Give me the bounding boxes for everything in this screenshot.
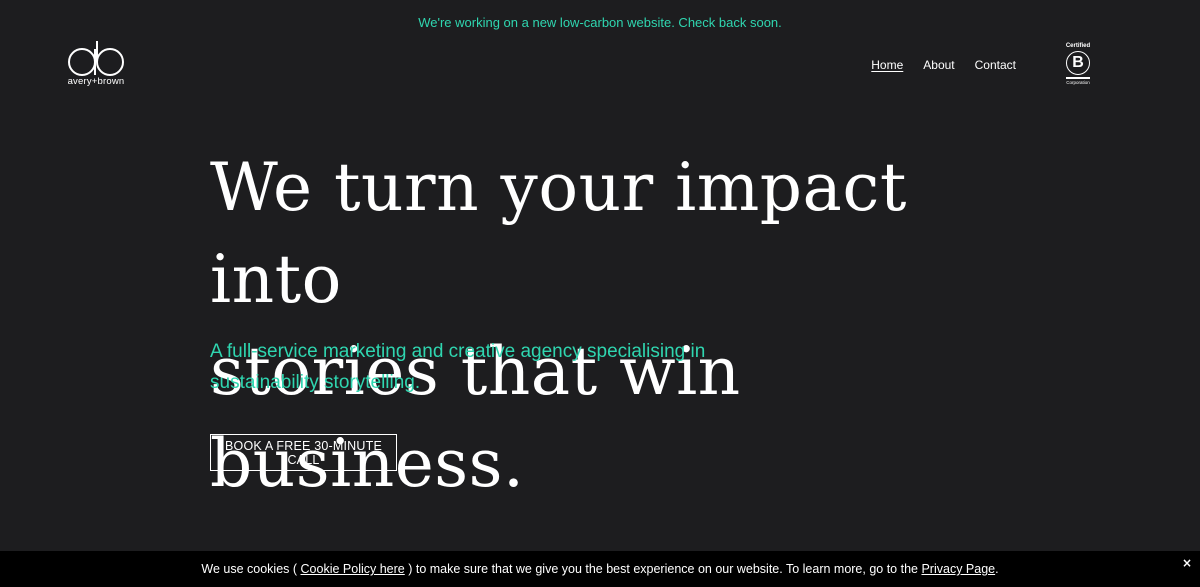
book-call-button[interactable]: BOOK A FREE 30-MINUTE CALL bbox=[210, 434, 397, 471]
bcorp-corporation-label: Corporation bbox=[1066, 80, 1090, 85]
nav-contact[interactable]: Contact bbox=[975, 58, 1016, 72]
close-icon[interactable]: × bbox=[1180, 554, 1194, 572]
announcement-banner: We're working on a new low-carbon websit… bbox=[418, 15, 782, 30]
logo-link[interactable]: avery+brown bbox=[64, 38, 128, 90]
bcorp-certified-label: Certified bbox=[1065, 43, 1091, 49]
logo-wordmark: avery+brown bbox=[67, 76, 125, 87]
bcorp-badge: Certified B Corporation bbox=[1063, 43, 1093, 89]
privacy-page-link[interactable]: Privacy Page bbox=[921, 562, 995, 576]
cookie-policy-link[interactable]: Cookie Policy here bbox=[301, 562, 405, 576]
page: We're working on a new low-carbon websit… bbox=[0, 0, 1200, 587]
cookie-text: We use cookies ( Cookie Policy here ) to… bbox=[201, 562, 998, 576]
bcorp-b-icon: B bbox=[1066, 51, 1090, 75]
cookie-banner: We use cookies ( Cookie Policy here ) to… bbox=[0, 551, 1200, 587]
cookie-suffix: . bbox=[995, 562, 999, 576]
bcorp-divider bbox=[1066, 77, 1090, 79]
cookie-prefix: We use cookies ( bbox=[201, 562, 301, 576]
nav-home[interactable]: Home bbox=[871, 58, 903, 72]
hero-subtitle: A full-service marketing and creative ag… bbox=[210, 341, 706, 393]
cookie-middle: ) to make sure that we give you the best… bbox=[404, 562, 922, 576]
nav-about[interactable]: About bbox=[923, 58, 954, 72]
hero-title-line1: We turn your impact into bbox=[210, 149, 907, 318]
main-nav: Home About Contact bbox=[871, 58, 1016, 72]
ab-logo-icon bbox=[68, 41, 124, 76]
